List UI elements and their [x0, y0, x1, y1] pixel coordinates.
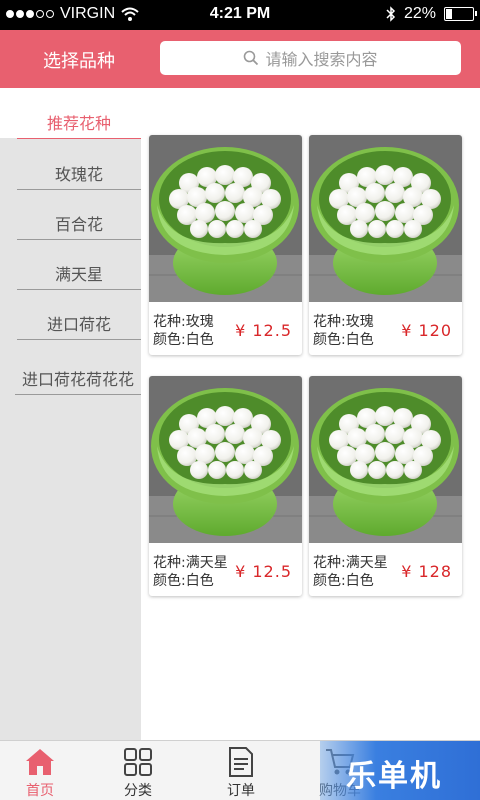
product-price: ¥ 120 [401, 321, 452, 340]
product-price: ¥ 12.5 [235, 562, 292, 581]
nav-category[interactable]: 分类 [98, 741, 178, 800]
product-image [309, 376, 462, 543]
product-card[interactable]: 花种:满天星 颜色:白色 ¥ 12.5 [149, 376, 302, 596]
product-color: 颜色:白色 [313, 573, 374, 589]
product-color: 颜色:白色 [153, 573, 214, 589]
sidebar-item-lily[interactable]: 百合花 [17, 211, 141, 240]
search-icon [244, 50, 259, 66]
product-variety: 花种:玫瑰 [153, 314, 214, 330]
search-placeholder: 请输入搜索内容 [265, 50, 378, 69]
product-info: 花种:玫瑰 颜色:白色 [153, 313, 214, 349]
nav-orders-label: 订单 [227, 783, 255, 799]
page-title: 选择品种 [43, 51, 115, 72]
status-bar: VIRGIN 4:21 PM 22% [0, 0, 480, 30]
sidebar-item-rose[interactable]: 玫瑰花 [17, 161, 141, 190]
sidebar-item-imported-lotus[interactable]: 进口荷花 [17, 311, 141, 340]
sidebar-item-babys-breath[interactable]: 满天星 [17, 261, 141, 290]
grid-icon [124, 748, 152, 776]
nav-home-label: 首页 [26, 783, 54, 799]
product-card[interactable]: 花种:满天星 颜色:白色 ¥ 128 [309, 376, 462, 596]
product-variety: 花种:满天星 [313, 555, 388, 571]
battery-percent: 22% [403, 5, 436, 22]
document-icon [229, 747, 253, 777]
product-image [309, 135, 462, 302]
search-input[interactable]: 请输入搜索内容 [160, 41, 461, 75]
bottom-nav: 首页 分类 订单 购物车 乐单机 [0, 740, 480, 800]
product-color: 颜色:白色 [153, 332, 214, 348]
battery-icon [444, 7, 477, 21]
product-card[interactable]: 花种:玫瑰 颜色:白色 ¥ 120 [309, 135, 462, 355]
status-right: 22% [386, 5, 477, 23]
sidebar-item-recommended[interactable]: 推荐花种 [17, 110, 141, 139]
header: 选择品种 请输入搜索内容 [0, 30, 480, 88]
product-color: 颜色:白色 [313, 332, 374, 348]
product-info: 花种:满天星 颜色:白色 [153, 554, 228, 590]
product-image [149, 376, 302, 543]
product-card[interactable]: 花种:玫瑰 颜色:白色 ¥ 12.5 [149, 135, 302, 355]
product-image [149, 135, 302, 302]
nav-home[interactable]: 首页 [0, 741, 80, 800]
product-info: 花种:玫瑰 颜色:白色 [313, 313, 374, 349]
product-variety: 花种:玫瑰 [313, 314, 374, 330]
bluetooth-icon [386, 6, 396, 22]
home-icon [26, 749, 54, 775]
nav-orders[interactable]: 订单 [201, 741, 281, 800]
product-variety: 花种:满天星 [153, 555, 228, 571]
nav-category-label: 分类 [124, 783, 152, 799]
watermark-logo: 乐单机 [320, 741, 480, 800]
category-sidebar: 推荐花种 玫瑰花 百合花 满天星 进口荷花 进口荷花荷花花 [0, 88, 141, 740]
product-price: ¥ 12.5 [235, 321, 292, 340]
sidebar-item-imported-lotus-long[interactable]: 进口荷花荷花花 [15, 366, 141, 395]
product-price: ¥ 128 [401, 562, 452, 581]
product-info: 花种:满天星 颜色:白色 [313, 554, 388, 590]
watermark-text: 乐单机 [346, 759, 442, 794]
